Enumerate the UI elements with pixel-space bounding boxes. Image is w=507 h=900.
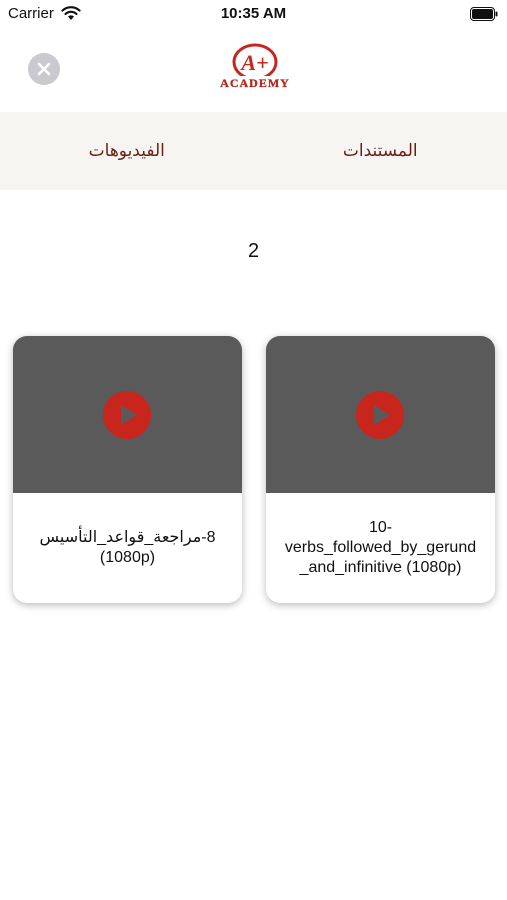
- tabs-bar: الفيديوهات المستندات: [0, 112, 507, 190]
- video-thumbnail: [13, 336, 242, 493]
- video-thumbnail: [266, 336, 495, 493]
- video-title-line: 10-: [368, 519, 393, 536]
- play-icon[interactable]: [356, 391, 404, 439]
- video-card[interactable]: 10- verbs_followed_by_gerund _and_infini…: [266, 336, 495, 603]
- tab-videos[interactable]: الفيديوهات: [0, 112, 254, 190]
- battery-icon: [470, 7, 498, 21]
- video-title-line: _and_infinitive (1080p): [299, 559, 462, 576]
- tab-documents[interactable]: المستندات: [254, 112, 507, 190]
- video-card[interactable]: 8-مراجعة_قواعد_التأسيس (1080p): [13, 336, 242, 603]
- video-title-line: (1080p): [99, 549, 156, 566]
- video-title-line: verbs_followed_by_gerund: [284, 539, 477, 556]
- svg-text:ACADEMY: ACADEMY: [220, 76, 290, 90]
- status-time: 10:35 AM: [220, 5, 287, 22]
- close-icon: [37, 62, 51, 76]
- video-title: 10- verbs_followed_by_gerund _and_infini…: [266, 493, 495, 603]
- video-title: 8-مراجعة_قواعد_التأسيس (1080p): [13, 493, 242, 603]
- academy-logo: A+ ACADEMY: [214, 43, 296, 90]
- screen: Carrier 10:35 AM A+ ACADEMY الفيديوهات ا…: [0, 0, 507, 900]
- video-count: 2: [247, 240, 260, 262]
- play-icon[interactable]: [103, 391, 151, 439]
- svg-text:A+: A+: [239, 50, 268, 75]
- status-bar: Carrier 10:35 AM: [0, 0, 507, 28]
- close-button[interactable]: [28, 53, 60, 85]
- video-title-line: 8-مراجعة_قواعد_التأسيس: [39, 529, 216, 546]
